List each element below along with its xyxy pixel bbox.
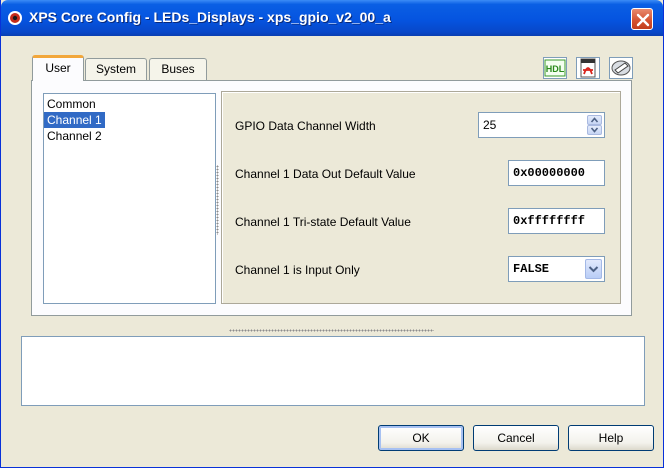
- tab-user-label: User: [45, 61, 71, 75]
- tab-system[interactable]: System: [85, 58, 147, 80]
- chevron-down-icon: [588, 266, 599, 273]
- input-only-select[interactable]: FALSE: [508, 256, 605, 282]
- vertical-splitter[interactable]: [216, 165, 219, 235]
- help-button[interactable]: Help: [568, 425, 654, 451]
- pdf-icon: [580, 58, 596, 78]
- close-icon: [636, 13, 650, 27]
- data-width-label: GPIO Data Channel Width: [235, 119, 376, 133]
- chevron-down-icon: [590, 127, 599, 133]
- message-console[interactable]: [21, 336, 645, 406]
- channel-list[interactable]: Common Channel 1 Channel 2: [43, 93, 216, 304]
- list-item-common[interactable]: Common: [44, 96, 99, 112]
- xps-app-icon: [8, 11, 22, 25]
- tab-buses[interactable]: Buses: [149, 58, 207, 80]
- data-width-value: 25: [483, 118, 497, 132]
- window-title: XPS Core Config - LEDs_Displays - xps_gp…: [29, 9, 391, 25]
- close-button[interactable]: [631, 8, 653, 30]
- cancel-button[interactable]: Cancel: [473, 425, 559, 451]
- data-width-input[interactable]: 25: [478, 112, 605, 138]
- tri-default-label: Channel 1 Tri-state Default Value: [235, 215, 411, 229]
- input-only-value: FALSE: [513, 262, 550, 276]
- pdf-button[interactable]: [576, 57, 600, 79]
- data-width-spinner[interactable]: [587, 115, 602, 135]
- spin-down-button[interactable]: [587, 125, 602, 135]
- dropdown-button[interactable]: [585, 259, 602, 279]
- spin-up-button[interactable]: [587, 115, 602, 125]
- dout-default-value: 0x00000000: [513, 166, 586, 180]
- input-only-label: Channel 1 is Input Only: [235, 263, 360, 277]
- tab-system-label: System: [95, 62, 136, 76]
- hdl-icon: HDL: [544, 59, 566, 77]
- chevron-up-icon: [590, 117, 599, 123]
- ok-button[interactable]: OK: [378, 425, 464, 451]
- title-bar[interactable]: XPS Core Config - LEDs_Displays - xps_gp…: [1, 0, 663, 36]
- datasheet-icon: [611, 60, 631, 76]
- list-item-channel-1[interactable]: Channel 1: [44, 112, 105, 128]
- dout-default-input[interactable]: 0x00000000: [508, 160, 605, 186]
- tri-default-input[interactable]: 0xffffffff: [508, 208, 605, 234]
- list-item-channel-2[interactable]: Channel 2: [44, 128, 105, 144]
- dout-default-label: Channel 1 Data Out Default Value: [235, 167, 416, 181]
- hdl-button[interactable]: HDL: [543, 57, 567, 79]
- tab-user[interactable]: User: [32, 55, 84, 81]
- svg-text:HDL: HDL: [546, 64, 565, 74]
- dialog-window: XPS Core Config - LEDs_Displays - xps_gp…: [0, 0, 664, 468]
- tri-default-value: 0xffffffff: [513, 214, 586, 228]
- tab-buses-label: Buses: [161, 62, 195, 76]
- horizontal-splitter[interactable]: [229, 329, 434, 332]
- datasheet-button[interactable]: [609, 57, 633, 79]
